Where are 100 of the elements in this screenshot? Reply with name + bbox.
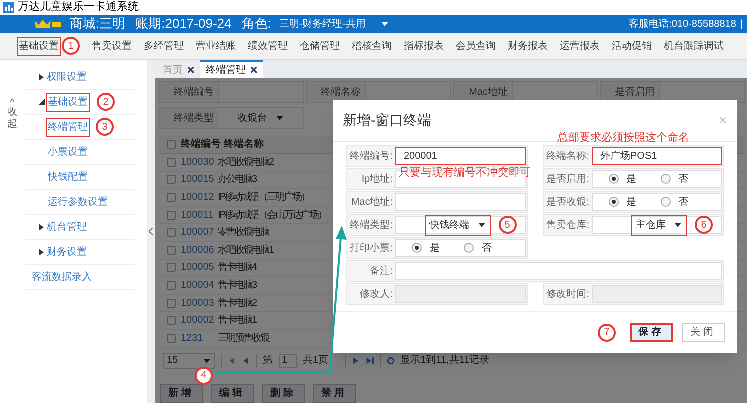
pager-summary: 显示1到11,共11记录 [400, 354, 490, 368]
action-button[interactable]: 禁用 [313, 384, 356, 403]
sidebar-item[interactable]: 财务设置 [47, 244, 87, 260]
table-cell-text: 100015 [181, 173, 216, 188]
page-field[interactable]: 1 [279, 354, 297, 368]
sidebar-subitem[interactable]: 运行参数设置 [48, 194, 108, 210]
radio-button[interactable] [660, 197, 670, 207]
table-cell-text: 100004 [181, 278, 216, 293]
column-header[interactable]: 终端名称 [224, 137, 264, 152]
nav-item[interactable]: 基础设置 [19, 38, 59, 54]
nav-item[interactable]: 财务报表 [508, 38, 548, 54]
checkbox[interactable] [167, 298, 176, 308]
text-field[interactable] [395, 262, 722, 280]
table-cell-text: IP移动城堡（三明广场） [218, 190, 310, 205]
nav-item[interactable]: 稽核查询 [352, 38, 392, 54]
text-field[interactable]: 外广场POS1 [592, 147, 722, 165]
checkbox[interactable] [167, 316, 176, 326]
nav-item[interactable]: 绩效管理 [248, 38, 288, 54]
radio-label: 否 [678, 196, 688, 210]
nav-item[interactable]: 指标报表 [404, 38, 444, 54]
nav-item[interactable]: 机台跟踪调试 [664, 38, 724, 54]
step-marker: 2 [97, 93, 115, 111]
refresh-icon[interactable] [386, 356, 395, 365]
action-button[interactable]: 编辑 [211, 384, 254, 403]
sidebar-item[interactable]: 权限设置 [47, 70, 87, 84]
checkbox[interactable] [167, 192, 176, 202]
sidebar-subitem[interactable]: 终端管理 [48, 120, 88, 134]
radio-label: 是 [626, 172, 636, 186]
table-cell-text: 水吧收银电脑2 [218, 156, 274, 170]
field-label: 终端编号: [349, 150, 394, 164]
last-page-icon[interactable] [366, 356, 374, 365]
field-label: 终端名称: [546, 150, 590, 164]
nav-item[interactable]: 会员查询 [456, 38, 496, 54]
close-icon[interactable] [188, 67, 194, 73]
field-label: 售卖仓库: [546, 218, 590, 232]
separator: | [740, 18, 743, 32]
field-label: 终端类型: [349, 218, 394, 232]
text-field[interactable]: 200001 [395, 147, 526, 165]
sidebar-item[interactable]: 机台管理 [47, 220, 87, 234]
column-header[interactable]: 终端编号 [181, 137, 221, 152]
checkbox[interactable] [167, 263, 176, 272]
filter-label: 终端名称 [320, 86, 362, 100]
radio-label: 否 [678, 172, 688, 186]
sidebar-item[interactable]: 基础设置 [48, 94, 88, 110]
collapse-handle-icon[interactable] [149, 228, 153, 235]
sidebar-subitem[interactable]: 小票设置 [48, 144, 88, 160]
close-icon[interactable] [251, 67, 257, 73]
filter-field[interactable] [512, 82, 597, 102]
step-marker: 6 [695, 216, 713, 234]
checkbox[interactable] [167, 334, 176, 343]
nav-item[interactable]: 活动促销 [612, 38, 652, 54]
radio-label: 是 [626, 196, 636, 210]
caret-icon [381, 20, 390, 28]
nav-item[interactable]: 营业结账 [196, 38, 236, 54]
annotation-note: 总部要求必须按照这个命名 [558, 133, 690, 144]
nav-item[interactable]: 多经管理 [144, 38, 184, 54]
radio-button[interactable] [660, 174, 670, 184]
checkbox[interactable] [167, 158, 176, 167]
role-label: 角色: [242, 15, 272, 34]
action-button[interactable]: 新增 [160, 384, 203, 403]
tab[interactable]: 终端管理 [200, 60, 263, 78]
dialog-button[interactable]: 关闭 [682, 323, 725, 342]
checkbox[interactable] [167, 210, 176, 220]
next-page-icon [352, 356, 360, 365]
radio-button[interactable] [608, 197, 618, 207]
page-size-select[interactable]: 15 [163, 352, 215, 369]
nav-item[interactable]: 运营报表 [560, 38, 600, 54]
nav-item[interactable]: 售卖设置 [92, 38, 132, 54]
caret-icon [478, 221, 486, 229]
select-field[interactable]: 快钱终端 [424, 214, 490, 236]
table-cell-text: 售卡电脑2 [218, 296, 256, 311]
dialog-title: 新增-窗口终端 [343, 111, 432, 130]
radio-button[interactable] [608, 174, 618, 184]
table-cell-text: 1231 [181, 332, 204, 346]
window-title: 万达儿童娱乐一卡通系统 [18, 0, 139, 16]
checkbox[interactable] [167, 246, 176, 255]
sidebar-item[interactable]: 客流数据录入 [32, 270, 92, 284]
nav-item[interactable]: 仓储管理 [300, 38, 340, 54]
collapse-arrow[interactable]: ^ [10, 98, 15, 107]
radio-button[interactable] [412, 243, 422, 253]
table-cell-text: 100007 [181, 226, 216, 240]
dialog-button[interactable]: 保存 [630, 323, 673, 342]
table-cell-text: 三明预售收银 [218, 332, 269, 346]
table-cell-text: 100011 [181, 208, 215, 223]
filter-field[interactable] [659, 82, 744, 102]
role-select[interactable]: 三明-财务经理-共用 [279, 16, 390, 32]
checkbox[interactable] [167, 280, 176, 290]
radio-button[interactable] [464, 243, 474, 253]
checkbox[interactable] [167, 140, 176, 149]
radio-label: 否 [482, 242, 492, 256]
text-field[interactable] [395, 193, 526, 211]
step-marker: 5 [498, 216, 516, 234]
action-button[interactable]: 删除 [262, 384, 305, 403]
select-field[interactable]: 主仓库 [631, 214, 687, 236]
table-cell-text: 100002 [181, 314, 216, 328]
sidebar-subitem[interactable]: 快钱配置 [48, 170, 88, 184]
checkbox[interactable] [167, 228, 176, 238]
collapse-label[interactable]: 收起 [8, 107, 18, 131]
checkbox[interactable] [167, 175, 176, 184]
filter-field[interactable] [365, 82, 450, 102]
